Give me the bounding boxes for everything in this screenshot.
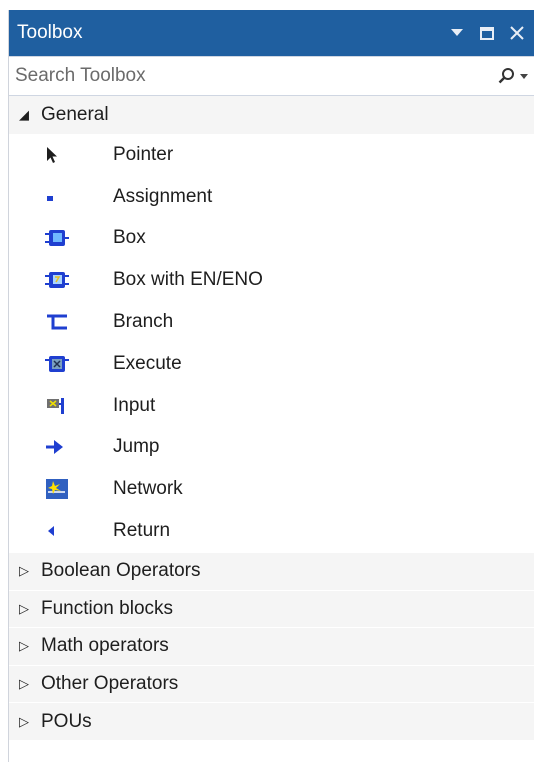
box-icon bbox=[45, 228, 91, 248]
tool-label: Box with EN/ENO bbox=[113, 269, 263, 291]
category-function-blocks[interactable]: ▷ Function blocks bbox=[9, 589, 534, 628]
return-icon bbox=[45, 522, 91, 540]
search-button[interactable] bbox=[498, 67, 528, 85]
chevron-down-icon bbox=[520, 73, 528, 79]
panel-title: Toolbox bbox=[17, 22, 83, 43]
branch-icon bbox=[45, 312, 91, 332]
assignment-icon bbox=[45, 188, 91, 206]
category-pous[interactable]: ▷ POUs bbox=[9, 702, 534, 740]
network-icon bbox=[45, 478, 91, 500]
expanded-triangle-icon: ◢ bbox=[19, 107, 29, 122]
search-bar bbox=[9, 56, 534, 96]
box-en-eno-icon bbox=[45, 270, 91, 290]
category-math-operators[interactable]: ▷ Math operators bbox=[9, 627, 534, 665]
category-general[interactable]: ◢ General bbox=[9, 96, 534, 134]
tool-label: Pointer bbox=[113, 143, 174, 165]
collapsed-triangle-icon: ▷ bbox=[19, 600, 29, 616]
tool-label: Execute bbox=[113, 352, 182, 374]
tool-item-pointer[interactable]: Pointer bbox=[9, 134, 534, 176]
toolbox-panel: Toolbox ◢ General Pointer bbox=[8, 10, 534, 762]
pointer-icon bbox=[45, 146, 91, 164]
tool-label: Assignment bbox=[113, 185, 213, 207]
tool-item-assignment[interactable]: Assignment bbox=[9, 176, 534, 218]
category-label: General bbox=[41, 104, 109, 125]
collapsed-triangle-icon: ▷ bbox=[19, 676, 29, 692]
collapsed-triangle-icon: ▷ bbox=[19, 713, 29, 729]
jump-icon bbox=[45, 437, 91, 457]
tool-label: Input bbox=[113, 394, 156, 416]
tool-label: Jump bbox=[113, 436, 160, 458]
category-label: Boolean Operators bbox=[41, 560, 201, 582]
category-other-operators[interactable]: ▷ Other Operators bbox=[9, 664, 534, 703]
tool-item-return[interactable]: Return bbox=[9, 510, 534, 552]
tool-label: Network bbox=[113, 478, 183, 500]
category-label: Other Operators bbox=[41, 673, 179, 695]
tool-label: Branch bbox=[113, 311, 174, 333]
collapsed-categories: ▷ Boolean Operators ▷ Function blocks ▷ … bbox=[9, 551, 534, 740]
category-label: POUs bbox=[41, 710, 92, 732]
tool-item-box-en-eno[interactable]: Box with EN/ENO bbox=[9, 259, 534, 301]
input-icon bbox=[45, 396, 91, 416]
close-icon[interactable] bbox=[506, 22, 528, 44]
collapsed-triangle-icon: ▷ bbox=[19, 638, 29, 654]
category-label: Math operators bbox=[41, 635, 169, 657]
tool-item-jump[interactable]: Jump bbox=[9, 427, 534, 469]
category-boolean-operators[interactable]: ▷ Boolean Operators bbox=[9, 551, 534, 590]
search-input[interactable] bbox=[15, 65, 498, 87]
tool-item-network[interactable]: Network bbox=[9, 468, 534, 510]
general-items-list: Pointer Assignment Box Box with EN/ENO B… bbox=[9, 134, 534, 552]
collapsed-triangle-icon: ▷ bbox=[19, 563, 29, 579]
tool-item-execute[interactable]: Execute bbox=[9, 343, 534, 385]
tool-label: Box bbox=[113, 227, 146, 249]
tool-item-box[interactable]: Box bbox=[9, 218, 534, 260]
tool-item-branch[interactable]: Branch bbox=[9, 301, 534, 343]
toolbox-titlebar: Toolbox bbox=[9, 10, 534, 56]
maximize-icon[interactable] bbox=[476, 22, 498, 44]
tool-item-input[interactable]: Input bbox=[9, 385, 534, 427]
triangle-down-icon[interactable] bbox=[446, 22, 468, 44]
tool-label: Return bbox=[113, 520, 171, 542]
search-icon bbox=[498, 68, 514, 84]
category-label: Function blocks bbox=[41, 597, 174, 619]
execute-icon bbox=[45, 354, 91, 374]
